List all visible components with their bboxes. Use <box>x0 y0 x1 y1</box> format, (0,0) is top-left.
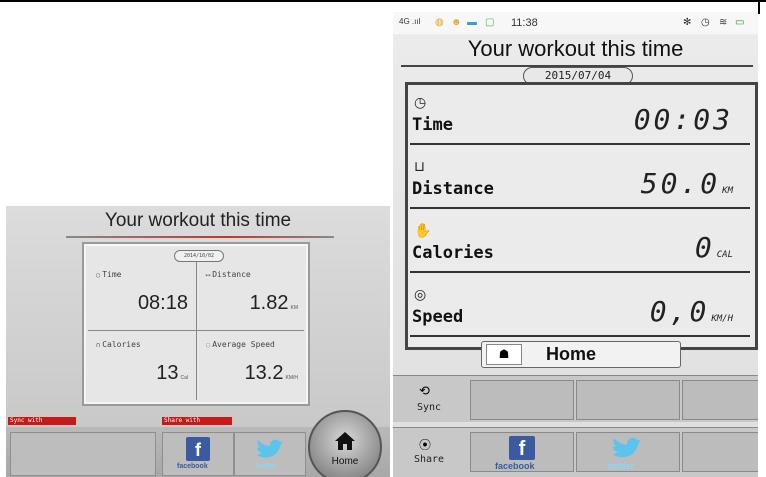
phone-home-button[interactable]: ☗ Home <box>481 341 681 368</box>
speed-icon: ◌ <box>206 341 211 349</box>
distance-unit: KM <box>290 305 299 311</box>
share-with-label: Share with <box>162 417 232 425</box>
signal-indicator: 4G .ııl <box>399 17 421 26</box>
row-divider <box>410 207 750 209</box>
share-icon: ⦿ <box>419 438 432 452</box>
share-bar: ⦿ Share f facebook twitter <box>393 427 758 477</box>
time-label: Time <box>102 270 122 279</box>
sync-slot-2[interactable] <box>576 380 680 420</box>
facebook-icon: f <box>509 436 535 460</box>
calories-value: 0 <box>694 231 715 264</box>
facebook-icon: f <box>186 437 210 461</box>
battery-icon: ▭ <box>735 17 745 28</box>
speed-value: 13.2 <box>244 362 284 384</box>
calories-icon: ✋ <box>414 223 432 239</box>
tablet-speed-cell: ◌ Average Speed 13.2 KM/H <box>198 332 306 400</box>
calories-unit: Cal <box>180 375 188 381</box>
sync-slot-1[interactable] <box>470 380 574 420</box>
distance-label: Distance <box>412 179 494 199</box>
time-label: Time <box>412 115 453 135</box>
phone-home-label: Home <box>546 344 597 364</box>
speed-unit: KM/H <box>285 375 299 381</box>
calories-label: Calories <box>102 340 141 349</box>
distance-unit: KM <box>722 186 733 196</box>
frame-top-line <box>0 0 766 2</box>
tablet-home-label: Home <box>331 456 359 467</box>
time-value: 00:03 <box>633 103 733 136</box>
sync-slot-3[interactable] <box>682 380 758 420</box>
row-divider <box>410 335 750 337</box>
tablet-title-underline <box>66 236 334 238</box>
share-slot-3[interactable] <box>682 432 758 472</box>
calories-unit: CAL <box>716 250 733 260</box>
status-time: 11:38 <box>511 17 538 29</box>
distance-icon: ⟷ <box>206 271 211 279</box>
clock-icon: ◷ <box>414 95 427 111</box>
app-notification-icon: ☻ <box>451 17 462 28</box>
twitter-share-button[interactable]: twitter <box>234 432 306 476</box>
phone-calories-row: ✋ Calories 0 CAL <box>408 213 755 277</box>
speed-label: Average Speed <box>212 340 275 349</box>
sync-label: Sync <box>416 402 442 413</box>
panel-divider-vertical <box>196 262 197 400</box>
sync-bar: ⟲ Sync <box>393 375 758 422</box>
sync-icon: ⟲ <box>419 384 430 399</box>
tablet-home-button[interactable]: Home <box>308 410 382 477</box>
phone-distance-row: ⊔ Distance 50.0 KM <box>408 149 755 213</box>
message-icon: ▬ <box>467 17 477 28</box>
tablet-stats-panel: 2014/10/02 ○ Time 08:18 ⟷ Distance 1.82 KM … <box>82 242 310 406</box>
twitter-share-button[interactable]: twitter <box>576 432 680 472</box>
tablet-title: Your workout this time <box>104 210 292 231</box>
calories-label: Calories <box>412 243 494 263</box>
distance-value: 50.0 <box>640 167 721 200</box>
twitter-icon <box>612 437 642 458</box>
phone-title: Your workout this time <box>467 36 684 61</box>
storage-icon: ▢ <box>485 17 495 28</box>
twitter-label: twitter <box>607 461 634 471</box>
phone-speed-row: ◎ Speed 0,0 KM/H <box>408 277 755 341</box>
share-label: Share <box>413 454 445 465</box>
facebook-share-button[interactable]: f facebook <box>470 432 574 472</box>
speed-icon: ◎ <box>414 287 427 303</box>
clock-icon: ○ <box>96 271 101 279</box>
facebook-label: facebook <box>495 461 535 471</box>
speed-value: 0,0 <box>649 295 710 328</box>
phone-stats-panel: ◷ Time 00:03 ⊔ Distance 50.0 KM ✋ Calorie… <box>405 82 758 350</box>
bluetooth-icon: ✻ <box>683 17 692 28</box>
sync-slot[interactable] <box>10 432 156 476</box>
time-value: 08:18 <box>137 292 188 314</box>
facebook-label: facebook <box>177 463 208 470</box>
twitter-icon <box>257 439 283 458</box>
facebook-share-button[interactable]: f facebook <box>162 432 234 476</box>
calories-value: 13 <box>156 362 179 384</box>
tablet-distance-cell: ⟷ Distance 1.82 KM <box>198 262 306 330</box>
alarm-icon: ◷ <box>701 17 710 28</box>
wifi-icon: ≋ <box>719 17 728 28</box>
home-icon: ☗ <box>486 344 522 365</box>
home-icon <box>335 432 355 450</box>
sync-with-label: Sync with <box>8 417 76 425</box>
notification-icon: ◍ <box>435 17 444 28</box>
distance-label: Distance <box>212 270 251 279</box>
calories-icon: ∩ <box>96 341 101 349</box>
tablet-calories-cell: ∩ Calories 13 Cal <box>88 332 196 400</box>
row-divider <box>410 271 750 273</box>
frame-right-edge <box>758 0 760 14</box>
tablet-time-cell: ○ Time 08:18 <box>88 262 196 330</box>
tablet-screen: Your workout this time 2014/10/02 ○ Time … <box>6 206 390 477</box>
phone-time-row: ◷ Time 00:03 <box>408 85 755 149</box>
row-divider <box>410 143 750 145</box>
panel-divider-horizontal <box>88 330 304 331</box>
distance-value: 1.82 <box>249 292 289 314</box>
distance-icon: ⊔ <box>414 159 425 175</box>
status-bar: 4G .ııl ◍ ☻ ▬ ▢ 11:38 ✻ ◷ ≋ ▭ <box>393 12 758 34</box>
speed-unit: KM/H <box>711 314 733 324</box>
phone-screen: 4G .ııl ◍ ☻ ▬ ▢ 11:38 ✻ ◷ ≋ ▭ Your worko… <box>393 12 758 477</box>
speed-label: Speed <box>412 307 464 327</box>
twitter-label: twitter <box>255 463 276 470</box>
tablet-date: 2014/10/02 <box>174 250 224 262</box>
